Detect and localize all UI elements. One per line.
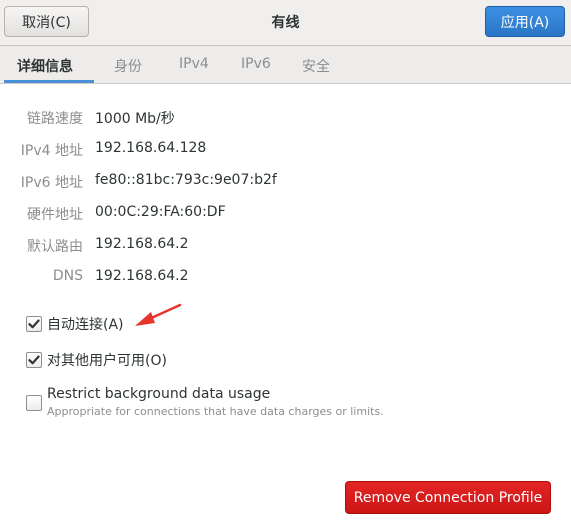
detail-label: IPv4 地址 xyxy=(20,143,83,159)
all-users-label[interactable]: 对其他用户可用(O) xyxy=(47,350,167,370)
detail-row-link-speed: 链路速度 1000 Mb/秒 xyxy=(0,108,571,128)
detail-label: 链路速度 xyxy=(27,111,83,127)
restrict-bg-label[interactable]: Restrict background data usage xyxy=(47,386,270,402)
remove-connection-profile-button[interactable]: Remove Connection Profile xyxy=(345,481,551,514)
active-tab-indicator xyxy=(4,80,94,83)
auto-connect-label[interactable]: 自动连接(A) xyxy=(47,314,124,334)
all-users-checkbox[interactable] xyxy=(26,352,42,368)
tab-ipv6[interactable]: IPv6 xyxy=(241,56,271,72)
tab-bar: 详细信息 身份 IPv4 IPv6 安全 xyxy=(0,46,571,84)
detail-row-default-route: 默认路由 192.168.64.2 xyxy=(0,236,571,256)
tab-security[interactable]: 安全 xyxy=(302,56,330,76)
detail-label: 默认路由 xyxy=(27,239,83,255)
restrict-bg-description: Appropriate for connections that have da… xyxy=(47,405,384,418)
dialog-title: 有线 xyxy=(271,15,300,31)
annotation-arrow-icon xyxy=(135,303,182,326)
detail-label: 硬件地址 xyxy=(27,207,83,223)
tab-details[interactable]: 详细信息 xyxy=(17,56,73,76)
detail-value: 1000 Mb/秒 xyxy=(95,111,175,127)
detail-value: 192.168.64.128 xyxy=(95,140,207,156)
apply-button[interactable]: 应用(A) xyxy=(485,6,565,37)
detail-value: 192.168.64.2 xyxy=(95,268,189,284)
detail-value: 192.168.64.2 xyxy=(95,236,189,252)
tab-ipv4[interactable]: IPv4 xyxy=(179,56,209,72)
restrict-bg-checkbox[interactable] xyxy=(26,395,42,411)
detail-row-hardware: 硬件地址 00:0C:29:FA:60:DF xyxy=(0,204,571,224)
detail-value: fe80::81bc:793c:9e07:b2f xyxy=(95,172,277,188)
checkmark-icon xyxy=(28,319,40,329)
detail-label: IPv6 地址 xyxy=(20,175,83,191)
auto-connect-checkbox[interactable] xyxy=(26,316,42,332)
header-bar: 取消(C) 有线 应用(A) xyxy=(0,0,571,46)
detail-row-dns: DNS 192.168.64.2 xyxy=(0,268,571,288)
detail-value: 00:0C:29:FA:60:DF xyxy=(95,204,226,220)
cancel-button[interactable]: 取消(C) xyxy=(4,6,89,37)
checkmark-icon xyxy=(28,355,40,365)
detail-row-ipv6: IPv6 地址 fe80::81bc:793c:9e07:b2f xyxy=(0,172,571,192)
tab-identity[interactable]: 身份 xyxy=(114,56,142,76)
detail-row-ipv4: IPv4 地址 192.168.64.128 xyxy=(0,140,571,160)
detail-label: DNS xyxy=(52,268,83,284)
